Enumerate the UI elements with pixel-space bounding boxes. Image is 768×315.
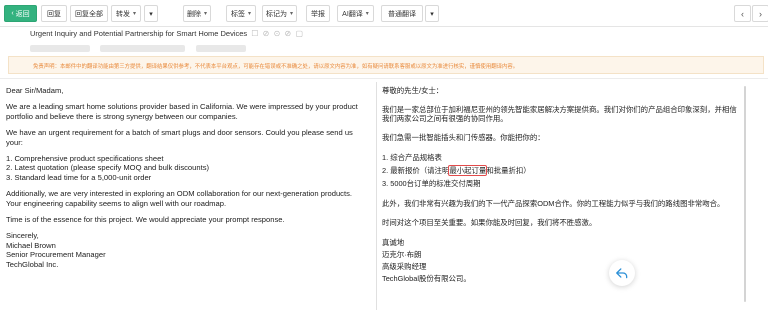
paragraph: 我们是一家总部位于加利福尼亚州的领先智能家居解决方案提供商。我们对你们的产品组合…	[382, 104, 737, 124]
greeting: 尊敬的先生/女士：	[382, 86, 444, 95]
paragraph: 时间对这个项目至关重要。如果你能及时回复，我们将不胜感激。	[382, 217, 597, 227]
list-item: 2. 最新报价（请注明最小起订量和批量折扣）	[382, 165, 531, 177]
paragraph: We are a leading smart home solutions pr…	[6, 102, 358, 121]
delete-button[interactable]: 删除 ▾	[183, 5, 211, 22]
translated-email-body: 尊敬的先生/女士： 我们是一家总部位于加利福尼亚州的领先智能家居解决方案提供商。…	[382, 86, 742, 294]
more-icon[interactable]: ▾	[144, 5, 158, 22]
reply-arrow-icon	[616, 268, 628, 279]
reply-button[interactable]: 回复	[41, 5, 67, 22]
paragraph: Additionally, we are very interested in …	[6, 189, 352, 208]
prev-email-icon[interactable]: ‹	[734, 5, 751, 22]
standard-translate-button[interactable]: 普通翻译	[381, 5, 423, 22]
scrollbar[interactable]	[744, 86, 746, 302]
translation-disclaimer: 免责声明：本邮件中的翻译功能由第三方提供，翻译结果仅供参考，不代表本平台观点，可…	[8, 56, 764, 74]
highlighted-term[interactable]: 最小起订量	[448, 165, 488, 177]
paragraph: Time is of the essence for this project.…	[6, 215, 285, 225]
request-list: 1. 综合产品规格表 2. 最新报价（请注明最小起订量和批量折扣） 3. 500…	[382, 151, 742, 190]
list-item: 3. 5000台订单的标准交付周期	[382, 179, 481, 189]
list-item: 1. Comprehensive product specifications …	[6, 154, 164, 164]
back-button[interactable]: ‹ 返回	[4, 5, 37, 22]
chevron-down-icon: ▾	[203, 11, 207, 17]
list-item: 2. Latest quotation (please specify MOQ …	[6, 163, 210, 173]
report-button[interactable]: 举报	[306, 5, 330, 22]
reply-float-button[interactable]	[609, 260, 635, 286]
divider	[0, 78, 768, 79]
mark-button[interactable]: 标签 ▾	[226, 5, 256, 22]
signature: Sincerely, Michael Brown Senior Procurem…	[6, 231, 106, 269]
request-list: 1. Comprehensive product specifications …	[6, 154, 366, 182]
mark-as-button[interactable]: 标记为 ▾	[262, 5, 297, 22]
list-item: 3. Standard lead time for a 5,000-unit o…	[6, 172, 152, 182]
chevron-down-icon: ▾	[289, 11, 293, 17]
paragraph: 此外，我们非常有兴趣为我们的下一代产品探索ODM合作。你的工程能力似乎与我们的路…	[382, 199, 725, 209]
chevron-left-icon: ‹	[11, 10, 14, 17]
original-email-body: Dear Sir/Madam, We are a leading smart h…	[6, 86, 366, 276]
paragraph: We have an urgent requirement for a batc…	[6, 128, 353, 147]
forward-button[interactable]: 转发 ▾	[111, 5, 141, 22]
toolbar: ‹ 返回 回复 回复全部 转发 ▾ ▾ 删除 ▾ 标签 ▾ 标记为 ▾ 举报 AI翻译 ▾ …	[0, 0, 768, 27]
paragraph: 我们急需一批智能插头和门传感器。你能把你的：	[382, 132, 545, 142]
pane-separator	[376, 82, 377, 310]
reply-all-button[interactable]: 回复全部	[70, 5, 108, 22]
translate-dropdown-icon[interactable]: ▾	[425, 5, 439, 22]
greeting: Dear Sir/Madam,	[6, 86, 64, 95]
ai-translate-button[interactable]: AI翻译 ▾	[337, 5, 374, 22]
chevron-down-icon: ▾	[365, 11, 369, 17]
list-item: 1. 综合产品规格表	[382, 153, 442, 163]
next-email-icon[interactable]: ›	[752, 5, 768, 22]
signature: 真诚地 迈克尔·布朗 高级采购经理 TechGlobal股份有限公司。	[382, 237, 471, 283]
subject-action-icons[interactable]: ☐ ⊘ ⊙ ⊘ ▢	[251, 29, 304, 38]
chevron-down-icon: ▾	[132, 11, 136, 17]
sender-info-redacted	[30, 40, 305, 53]
chevron-down-icon: ▾	[247, 11, 251, 17]
email-subject: Urgent Inquiry and Potential Partnership…	[30, 29, 305, 38]
